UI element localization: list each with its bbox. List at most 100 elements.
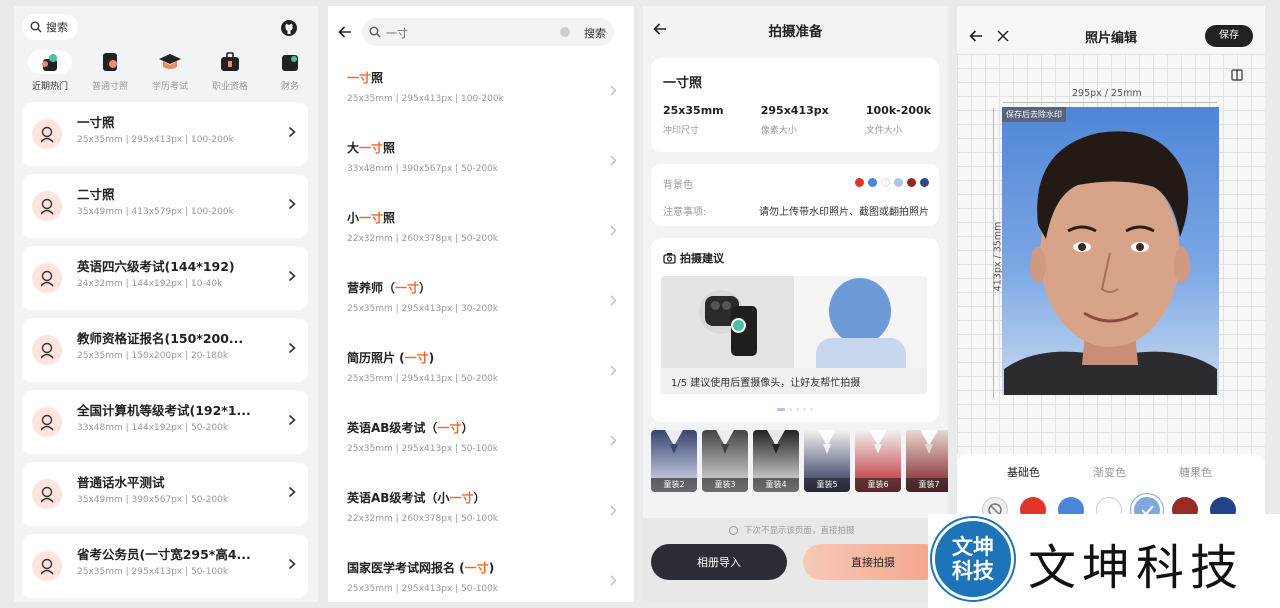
search-result-row[interactable]: 营养师（一寸） 25x35mm | 295x413px | 30-200k (347, 279, 617, 339)
chevron-right-icon (288, 558, 296, 570)
result-title-suffix: 照 (383, 211, 396, 225)
back-icon[interactable] (338, 25, 352, 39)
carousel-dots (777, 408, 813, 411)
result-title: 国家医学考试网报名 (一寸) (347, 559, 617, 576)
result-meta: 25x35mm | 295x413px | 50-100k (347, 584, 499, 594)
outfit-label: 童装6 (855, 478, 901, 492)
card-avatar (32, 263, 62, 293)
spec-print-size: 25x35mm 冲印尺寸 (663, 104, 724, 136)
category-tab[interactable]: 职业资格 (200, 50, 260, 96)
card-avatar (32, 191, 62, 221)
check-icon (731, 318, 746, 333)
result-title-highlight: 一寸 (437, 421, 462, 435)
bg-color-dots (855, 178, 929, 187)
search-result-row[interactable]: 大一寸照 33x48mm | 390x567px | 50-200k (347, 139, 617, 199)
outfit-label: 童装2 (651, 478, 697, 492)
search-result-row[interactable]: 一寸照 25x35mm | 295x413px | 100-200k (347, 69, 617, 129)
card-title: 英语四六级考试(144*192) (77, 259, 235, 274)
compare-icon[interactable] (1231, 69, 1243, 81)
card-title: 二寸照 (77, 187, 115, 202)
result-title-prefix: 国家医学考试网报名 ( (347, 561, 465, 575)
photo-type-card[interactable]: 教师资格证报名(150*200... 25x35mm | 150x200px | … (22, 318, 308, 382)
chevron-right-icon (610, 505, 617, 516)
result-title-highlight: 一寸 (464, 561, 489, 575)
result-title-highlight: 一寸 (449, 491, 474, 505)
chevron-right-icon (610, 85, 617, 96)
card-title: 教师资格证报名(150*200... (77, 331, 244, 346)
clear-icon[interactable] (560, 27, 570, 37)
search-panel: 一寸 搜索 一寸照 25x35mm | 295x413px | 100-200k 大… (328, 6, 634, 602)
result-title-highlight: 一寸 (359, 211, 384, 225)
outfit-thumbnail[interactable]: 童装2 (651, 430, 697, 492)
spec-file-size: 100k-200k 文件大小 (865, 104, 931, 136)
search-result-row[interactable]: 英语AB级考试（小一寸） 22x32mm | 260x378px | 50-100… (347, 489, 617, 549)
chevron-right-icon (288, 486, 296, 498)
outfit-thumbnail[interactable]: 童装3 (702, 430, 748, 492)
photo-type-card[interactable]: 英语四六级考试(144*192) 24x32mm | 144x192px | 10… (22, 246, 308, 310)
search-icon (30, 21, 42, 33)
search-button[interactable]: 搜索 (22, 14, 78, 40)
outfit-thumbnail[interactable]: 童装5 (804, 430, 850, 492)
chevron-right-icon (288, 198, 296, 210)
outfit-icon (716, 430, 734, 454)
hot-category-icon (28, 50, 72, 74)
shoot-now-button[interactable]: 直接拍摄 (803, 544, 943, 580)
search-result-row[interactable]: 英语AB级考试（一寸） 25x35mm | 295x413px | 50-100k (347, 419, 617, 479)
category-label: 近期热门 (31, 82, 68, 92)
result-title-highlight: 一寸 (347, 71, 372, 85)
result-meta: 25x35mm | 295x413px | 30-200k (347, 304, 499, 314)
category-label: 普通寸照 (91, 82, 128, 92)
result-title-suffix: ) (488, 561, 495, 575)
logo-text: 文坤 科技 (952, 534, 994, 583)
search-result-row[interactable]: 简历照片 (一寸) 25x35mm | 295x413px | 50-200k (347, 349, 617, 409)
bg-color-dot (881, 178, 890, 187)
advice-illustration: 1/5 建议使用后置摄像头，让好友帮忙拍摄 (661, 276, 927, 394)
category-tabs: 近期热门 普通寸照 学历考试 职业资格 财务 (20, 50, 318, 96)
category-tab[interactable]: 学历考试 (140, 50, 200, 96)
outfit-label: 童装3 (702, 478, 748, 492)
result-title: 营养师（一寸） (347, 279, 617, 296)
tab-basic[interactable]: 基础色 (1007, 464, 1040, 480)
outfit-thumbnail[interactable]: 童装4 (753, 430, 799, 492)
category-tab[interactable]: 财务 (260, 50, 318, 96)
photo-type-card[interactable]: 二寸照 35x49mm | 413x579px | 100-200k (22, 174, 308, 238)
album-import-button[interactable]: 相册导入 (651, 544, 787, 580)
advice-title: 拍摄建议 (680, 252, 724, 265)
category-tab[interactable]: 普通寸照 (80, 50, 140, 96)
dont-show-checkbox[interactable] (729, 525, 738, 535)
card-title: 全国计算机等级考试(192*1... (77, 403, 251, 418)
outfit-thumbnail[interactable]: 童装6 (855, 430, 901, 492)
result-title: 英语AB级考试（一寸） (347, 419, 617, 436)
save-button[interactable]: 保存 (1205, 25, 1253, 47)
photo-type-card[interactable]: 全国计算机等级考试(192*1... 33x48mm | 144x192px | … (22, 390, 308, 454)
category-tab[interactable]: 近期热门 (20, 50, 80, 96)
card-title: 省考公务员(一寸宽295*高4... (77, 547, 251, 562)
photo-type-card[interactable]: 普通话水平测试 35x49mm | 390x567px | 50-200k (22, 462, 308, 526)
notice-text: 请勿上传带水印照片、截图或翻拍照片 (759, 207, 929, 218)
category-label: 职业资格 (211, 82, 248, 92)
outfit-thumbnail[interactable]: 童装7 (906, 430, 948, 492)
advice-caption: 1/5 建议使用后置摄像头，让好友帮忙拍摄 (671, 378, 861, 389)
bg-color-dot (868, 178, 877, 187)
photo-type-card[interactable]: 一寸照 25x35mm | 295x413px | 100-200k (22, 102, 308, 166)
tab-gradient[interactable]: 渐变色 (1093, 464, 1126, 480)
result-title-suffix: ） (473, 491, 486, 505)
photo-type-card[interactable]: 省考公务员(一寸宽295*高4... 25x35mm | 295x413px | … (22, 534, 308, 598)
search-result-row[interactable]: 小一寸照 22x32mm | 260x378px | 50-200k (347, 209, 617, 269)
shooting-prep-panel: 拍摄准备 一寸照 25x35mm 冲印尺寸 295x413px 像素大小 100k-… (643, 6, 948, 602)
chevron-right-icon (610, 365, 617, 376)
spec-card: 一寸照 25x35mm 冲印尺寸 295x413px 像素大小 100k-200k 文… (651, 58, 939, 152)
github-icon[interactable] (280, 19, 298, 37)
outfit-icon (818, 430, 836, 454)
chevron-right-icon (610, 435, 617, 446)
tab-candy[interactable]: 糖果色 (1179, 464, 1212, 480)
result-meta: 25x35mm | 295x413px | 100-200k (347, 94, 504, 104)
bg-color-dot (907, 178, 916, 187)
search-input[interactable]: 一寸 (386, 25, 408, 41)
result-title-highlight: 一寸 (395, 281, 420, 295)
result-title: 英语AB级考试（小一寸） (347, 489, 617, 506)
search-result-row[interactable]: 国家医学考试网报名 (一寸) 25x35mm | 295x413px | 50-1… (347, 559, 617, 602)
search-submit-button[interactable]: 搜索 (584, 25, 606, 41)
portrait-icon (40, 342, 54, 359)
outfit-label: 童装7 (906, 478, 948, 492)
